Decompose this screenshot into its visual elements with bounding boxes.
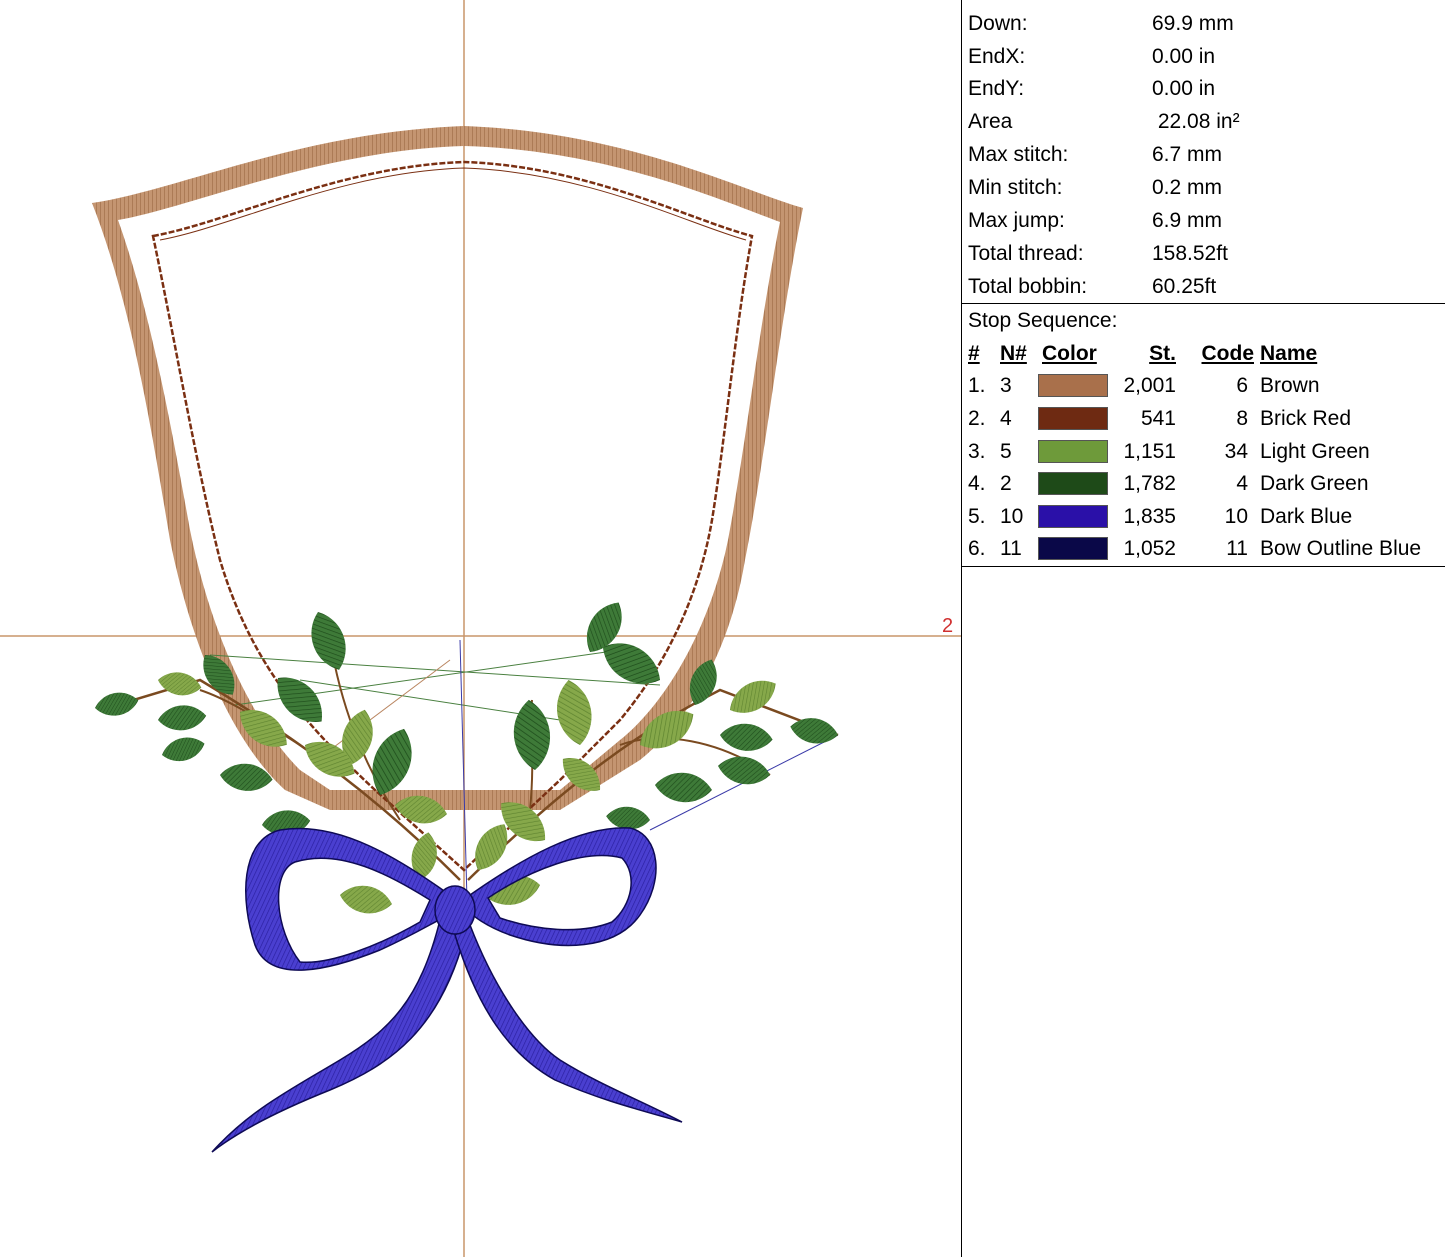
stop-row[interactable]: 5. 10 1,835 10 Dark Blue — [962, 500, 1445, 533]
design-preview[interactable]: 2 — [0, 0, 961, 1257]
color-swatch — [1038, 440, 1108, 463]
stop-row[interactable]: 6. 11 1,052 11 Bow Outline Blue — [962, 532, 1445, 565]
color-swatch — [1038, 537, 1108, 560]
bow — [211, 827, 683, 1153]
stop-row[interactable]: 3. 5 1,151 34 Light Green — [962, 435, 1445, 468]
color-swatch — [1038, 472, 1108, 495]
header-code[interactable]: Code — [1190, 337, 1255, 370]
divider — [962, 566, 1445, 567]
header-name[interactable]: Name — [1260, 337, 1317, 370]
header-color[interactable]: Color — [1042, 337, 1097, 370]
stop-row[interactable]: 4. 2 1,782 4 Dark Green — [962, 467, 1445, 500]
header-stitches[interactable]: St. — [1112, 337, 1176, 370]
color-swatch — [1038, 407, 1108, 430]
color-swatch — [1038, 374, 1108, 397]
stop-sequence-title: Stop Sequence: — [968, 309, 1118, 332]
header-needle[interactable]: N# — [1000, 337, 1027, 370]
stop-row[interactable]: 1. 3 2,001 6 Brown — [962, 369, 1445, 402]
color-swatch — [1038, 505, 1108, 528]
header-index[interactable]: # — [968, 337, 980, 370]
crosshair-label: 2 — [942, 615, 953, 637]
info-panel: Down: 69.9 mm EndX: 0.00 in EndY: 0.00 i… — [961, 0, 1445, 1257]
stop-sequence-header: # N# Color St. Code Name — [962, 337, 1445, 370]
stop-row[interactable]: 2. 4 541 8 Brick Red — [962, 402, 1445, 435]
design-canvas[interactable]: 2 — [0, 0, 961, 1257]
